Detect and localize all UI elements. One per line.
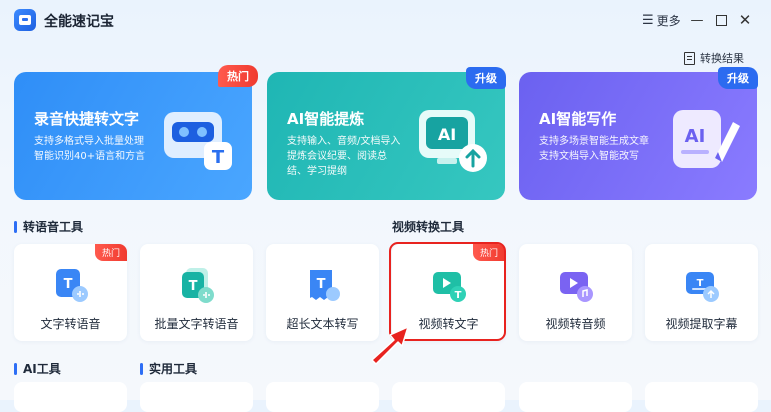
app-logo-icon — [14, 9, 36, 31]
long-text-transcribe-icon: T — [310, 270, 340, 301]
tool-long-text-transcribe[interactable]: T 超长文本转写 — [266, 244, 379, 341]
banner-desc: 支持多场景智能生成文章支持文档导入智能改写 — [539, 136, 649, 162]
tool-label: 视频提取字幕 — [665, 317, 738, 331]
upgrade-badge: 升级 — [718, 67, 758, 89]
banner-audio-to-text[interactable]: 热门 录音快捷转文字 支持多格式导入批量处理智能识别40+语言和方言 T — [14, 65, 258, 200]
svg-text:AI: AI — [438, 125, 456, 144]
section-title-speech-tools: 转语音工具 — [14, 218, 83, 235]
text-to-speech-icon: T — [56, 269, 88, 302]
tool-batch-text-to-speech[interactable]: T 批量文字转语音 — [140, 244, 253, 341]
more-label: 更多 — [656, 14, 681, 28]
tool-label: 超长文本转写 — [286, 317, 359, 331]
tool-text-to-speech[interactable]: 热门 T 文字转语音 — [14, 244, 127, 341]
hot-badge: 热门 — [94, 244, 127, 261]
hot-badge: 热门 — [218, 65, 258, 87]
minimize-button[interactable]: — — [687, 10, 707, 30]
banner-title: AI智能写作 — [539, 110, 617, 128]
banner-title: 录音快捷转文字 — [34, 110, 140, 128]
section-label: 实用工具 — [149, 362, 198, 376]
section-label: 视频转换工具 — [392, 220, 465, 234]
svg-text:T: T — [317, 277, 326, 292]
banner-title: AI智能提炼 — [287, 110, 365, 128]
utility-tool-card[interactable] — [519, 382, 632, 412]
app-title: 全能速记宝 — [44, 14, 114, 30]
tool-label: 批量文字转语音 — [154, 317, 239, 331]
svg-text:T: T — [212, 147, 225, 168]
svg-text:T: T — [64, 277, 73, 292]
section-label: 转语音工具 — [23, 220, 84, 234]
maximize-icon — [715, 14, 727, 26]
video-to-audio-icon — [560, 272, 593, 302]
convert-result-button[interactable]: 转换结果 — [684, 50, 744, 66]
cassette-text-icon: T — [164, 112, 232, 170]
maximize-button[interactable] — [711, 10, 731, 30]
svg-text:T: T — [697, 278, 704, 289]
document-icon — [684, 51, 695, 65]
upgrade-badge: 升级 — [466, 67, 506, 89]
tool-label: 视频转音频 — [545, 317, 606, 331]
svg-text:AI: AI — [685, 126, 706, 147]
section-title-video-tools: 视频转换工具 — [392, 218, 464, 235]
hamburger-icon: ☰ — [642, 13, 654, 28]
tool-label: 文字转语音 — [40, 317, 101, 331]
ai-tool-card[interactable] — [14, 382, 127, 412]
ai-writing-icon: AI — [673, 110, 740, 168]
title-bar: 全能速记宝 ☰ 更多 — ✕ — [0, 0, 771, 40]
banner-desc: 支持多格式导入批量处理智能识别40+语言和方言 — [34, 136, 146, 162]
svg-text:T: T — [189, 279, 198, 294]
section-label: AI工具 — [23, 362, 61, 376]
video-subtitle-icon: T — [686, 272, 719, 302]
more-button[interactable]: ☰ 更多 — [642, 12, 681, 29]
utility-tool-card[interactable] — [392, 382, 505, 412]
close-button[interactable]: ✕ — [735, 10, 755, 30]
utility-tool-card[interactable] — [140, 382, 253, 412]
section-bar — [14, 220, 17, 233]
utility-tool-card[interactable] — [645, 382, 758, 412]
convert-result-label: 转换结果 — [700, 52, 744, 65]
section-title-utility-tools: 实用工具 — [140, 360, 197, 377]
banner-ai-writing[interactable]: 升级 AI智能写作 支持多场景智能生成文章支持文档导入智能改写 AI — [519, 67, 758, 200]
section-bar — [14, 362, 17, 375]
tool-video-to-audio[interactable]: 视频转音频 — [519, 244, 632, 341]
utility-tool-card[interactable] — [266, 382, 379, 412]
section-bar — [140, 362, 143, 375]
ai-screen-icon: AI — [419, 110, 487, 172]
batch-text-to-speech-icon: T — [182, 268, 214, 303]
banner-desc: 支持输入、音频/文档导入提炼会议纪要、阅读总结、学习提纲 — [287, 136, 401, 177]
tool-video-extract-subtitles[interactable]: T 视频提取字幕 — [645, 244, 758, 341]
pointer-arrow-icon — [371, 326, 409, 365]
section-title-ai-tools: AI工具 — [14, 360, 61, 377]
banner-ai-refine[interactable]: 升级 AI智能提炼 支持输入、音频/文档导入提炼会议纪要、阅读总结、学习提纲 A… — [267, 67, 506, 200]
